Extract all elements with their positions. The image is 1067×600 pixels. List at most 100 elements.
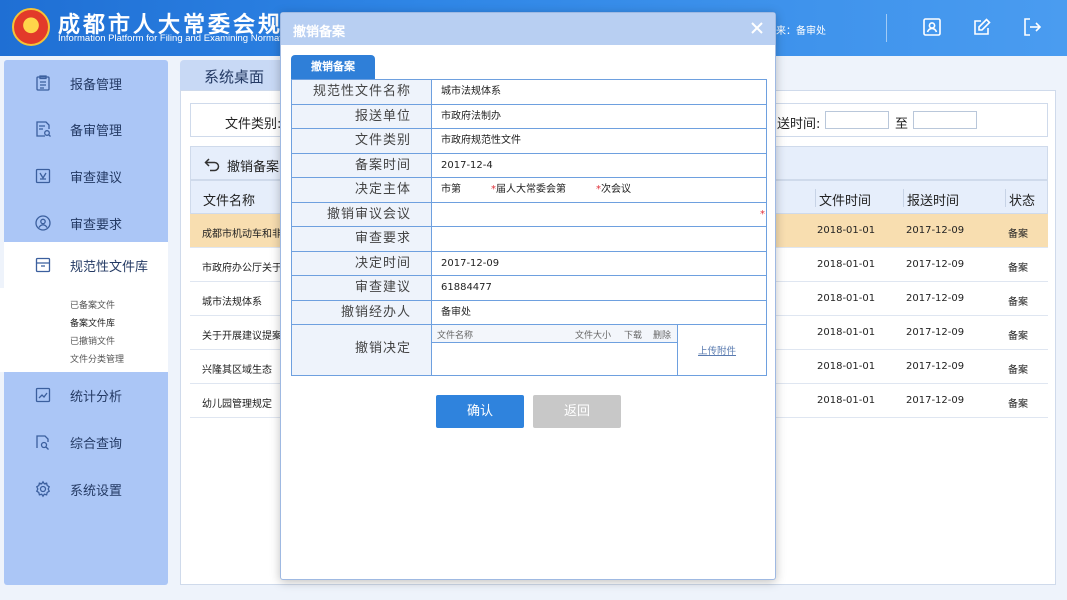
upload-attachment-link[interactable]: 上传附件 <box>698 343 736 357</box>
undo-icon[interactable] <box>203 155 221 173</box>
cell-status: 备案 <box>1008 365 1028 376</box>
sidebar-item-label: 审查建议 <box>70 170 123 186</box>
submenu-item-filing-library[interactable]: 备案文件库 <box>70 316 115 329</box>
send-time-start-input[interactable] <box>825 111 889 129</box>
user-circle-icon <box>35 215 51 231</box>
upload-cell: 上传附件 <box>677 325 766 375</box>
sidebar-item-normative-library[interactable]: 规范性文件库 <box>4 242 168 288</box>
chart-icon <box>35 387 51 403</box>
field-label: 备案时间 <box>292 153 432 177</box>
national-emblem-logo <box>12 8 50 46</box>
required-marker: * <box>760 208 765 220</box>
field-label: 决定时间 <box>292 251 432 275</box>
search-doc-icon <box>36 435 49 450</box>
sidebar-item-system-settings[interactable]: 系统设置 <box>4 466 168 512</box>
category-filter-label: 文件类别: <box>225 117 282 132</box>
dialog-header: 撤销备案 <box>281 13 775 45</box>
cell-status: 备案 <box>1008 399 1028 410</box>
app-subtitle: Information Platform for Filing and Exam… <box>58 33 304 44</box>
column-divider <box>903 189 904 207</box>
attachment-col-size: 文件大小 <box>575 331 612 341</box>
column-divider <box>1005 189 1006 207</box>
to-label: 至 <box>895 117 909 132</box>
sidebar-item-review-suggestion[interactable]: 审查建议 <box>4 153 168 199</box>
sidebar-item-filing[interactable]: 报备管理 <box>4 60 168 106</box>
field-label: 决定主体 <box>292 178 432 202</box>
column-header-name: 文件名称 <box>203 194 256 209</box>
field-review-requirement[interactable]: 审查要求 <box>292 227 766 252</box>
cell-name: 关于开展建议提案 <box>202 331 282 342</box>
cell-file-time: 2018-01-01 <box>817 293 876 304</box>
sidebar-item-review-management[interactable]: 备审管理 <box>4 106 168 152</box>
dialog-title: 撤销备案 <box>293 25 346 40</box>
field-revoke-meeting[interactable]: 撤销审议会议 * <box>292 202 766 227</box>
submenu-item-revoked[interactable]: 已撤销文件 <box>70 334 115 347</box>
subject-part-3: 次会议 <box>601 184 631 195</box>
sidebar-item-label: 系统设置 <box>70 483 123 499</box>
cell-file-time: 2018-01-01 <box>817 225 876 236</box>
field-handler: 撤销经办人 备审处 <box>292 300 766 325</box>
column-divider <box>815 189 816 207</box>
cell-send-time: 2017-12-09 <box>906 327 965 338</box>
cell-name: 成都市机动车和非 <box>202 229 282 240</box>
cell-file-time: 2018-01-01 <box>817 259 876 270</box>
cell-name: 市政府办公厅关于 <box>202 263 282 274</box>
field-decision-time: 决定时间 2017-12-09 <box>292 251 766 276</box>
edit-icon[interactable] <box>971 16 993 38</box>
attachment-col-name: 文件名称 <box>437 331 474 341</box>
tab-revoke-filing[interactable]: 撤销备案 <box>291 55 375 79</box>
suggestion-icon <box>35 168 51 184</box>
document-search-icon <box>36 121 51 137</box>
send-time-label: 送时间: <box>777 117 821 132</box>
cell-name: 兴隆其区域生态 <box>202 365 272 376</box>
sidebar-item-label: 审查要求 <box>70 217 123 233</box>
field-value: 备审处 <box>441 306 471 318</box>
tab-label: 系统桌面 <box>204 68 265 86</box>
field-value: 城市法规体系 <box>441 86 501 97</box>
archive-icon <box>35 257 51 273</box>
back-button[interactable]: 返回 <box>533 395 621 428</box>
field-decision-subject: 决定主体 市第 * 届人大常委会第 * 次会议 <box>292 178 766 203</box>
field-label: 报送单位 <box>292 104 432 128</box>
cell-send-time: 2017-12-09 <box>906 293 965 304</box>
field-label: 规范性文件名称 <box>292 80 432 104</box>
field-review-suggestion: 审查建议 61884477 <box>292 276 766 301</box>
field-value: 2017-12-4 <box>441 159 493 171</box>
cell-send-time: 2017-12-09 <box>906 225 965 236</box>
field-unit: 报送单位 市政府法制办 <box>292 104 766 129</box>
field-label: 审查要求 <box>292 227 432 251</box>
column-header-file-time: 文件时间 <box>819 194 872 209</box>
submenu-item-category-management[interactable]: 文件分类管理 <box>70 352 124 365</box>
field-label: 审查建议 <box>292 276 432 300</box>
sidebar-item-label: 综合查询 <box>70 436 123 452</box>
field-label: 撤销经办人 <box>292 300 432 324</box>
field-revoke-decision: 撤销决定 文件名称 文件大小 下载 删除 上传附件 <box>292 325 766 375</box>
confirm-button[interactable]: 确认 <box>436 395 524 428</box>
field-label: 文件类别 <box>292 129 432 153</box>
close-icon[interactable] <box>749 19 765 37</box>
send-time-end-input[interactable] <box>913 111 977 129</box>
cell-send-time: 2017-12-09 <box>906 259 965 270</box>
cell-file-time: 2018-01-01 <box>817 361 876 372</box>
cell-status: 备案 <box>1008 331 1028 342</box>
sidebar-item-statistics[interactable]: 统计分析 <box>4 372 168 418</box>
column-header-send-time: 报送时间 <box>907 194 960 209</box>
submenu-item-filed[interactable]: 已备案文件 <box>70 298 115 311</box>
cell-name: 城市法规体系 <box>202 297 262 308</box>
contact-card-icon[interactable] <box>921 16 943 38</box>
logout-icon[interactable] <box>1021 16 1043 38</box>
sidebar-item-review-requirement[interactable]: 审查要求 <box>4 200 168 246</box>
cell-name: 幼儿园管理规定 <box>202 399 272 410</box>
sidebar-item-comprehensive-query[interactable]: 综合查询 <box>4 419 168 465</box>
cell-send-time: 2017-12-09 <box>906 361 965 372</box>
cell-file-time: 2018-01-01 <box>817 395 876 406</box>
revoke-filing-action[interactable]: 撤销备案 <box>227 156 279 175</box>
attachment-col-download: 下载 <box>624 331 643 341</box>
sidebar-item-label: 报备管理 <box>70 77 123 93</box>
cell-file-time: 2018-01-01 <box>817 327 876 338</box>
attachment-header: 文件名称 文件大小 下载 删除 <box>432 325 677 343</box>
cell-status: 备案 <box>1008 229 1028 240</box>
attachment-table: 文件名称 文件大小 下载 删除 <box>432 325 677 375</box>
field-category: 文件类别 市政府规范性文件 <box>292 129 766 154</box>
field-label: 撤销决定 <box>292 325 432 375</box>
